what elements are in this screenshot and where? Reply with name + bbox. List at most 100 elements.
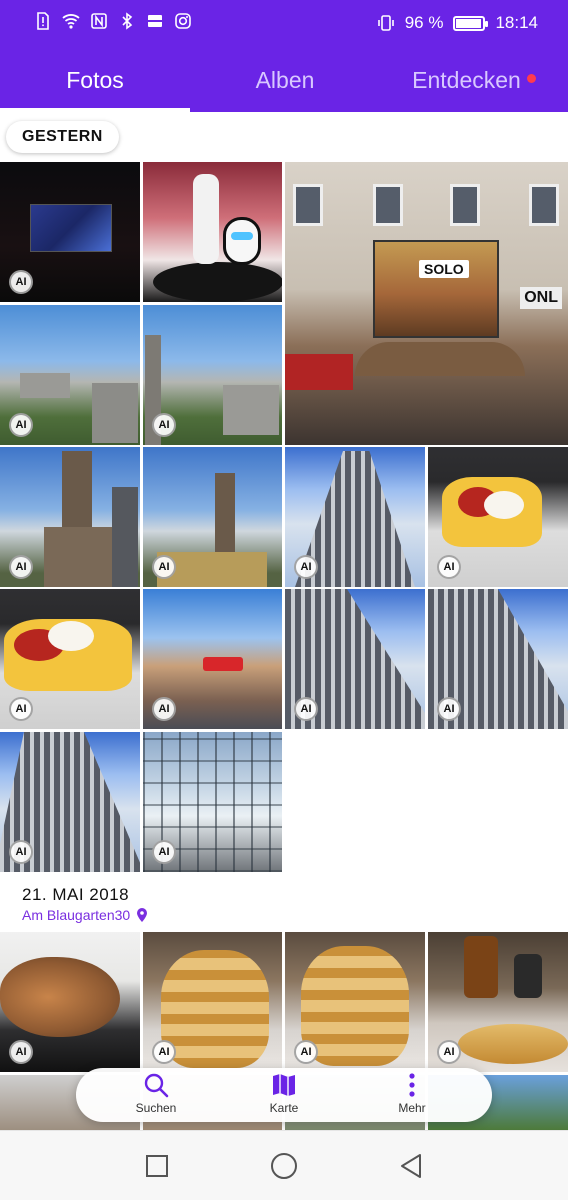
bluetooth-icon xyxy=(122,12,133,30)
photo-content xyxy=(450,184,480,226)
back-triangle-icon xyxy=(401,1154,421,1178)
poster-text: SOLO xyxy=(419,260,469,278)
photo-content: SOLO xyxy=(373,240,499,338)
map-button[interactable]: Karte xyxy=(234,1071,334,1119)
section-date-heading: 21. MAI 2018 xyxy=(22,885,130,904)
photo-thumbnail[interactable]: AI xyxy=(428,447,568,587)
photo-content xyxy=(223,217,261,265)
photo-thumbnail[interactable]: AI xyxy=(0,589,140,729)
ai-badge-icon: AI xyxy=(9,1040,33,1064)
search-button[interactable]: Suchen xyxy=(106,1071,206,1119)
battery-fill xyxy=(456,18,482,28)
tab-alben-label: Alben xyxy=(255,66,315,93)
photo-content xyxy=(92,383,138,443)
map-button-label: Karte xyxy=(269,1101,299,1115)
more-button-label: Mehr xyxy=(398,1101,426,1115)
ai-badge-icon: AI xyxy=(152,697,176,721)
photo-thumbnail[interactable]: AI xyxy=(0,305,140,445)
more-button[interactable]: Mehr xyxy=(362,1071,462,1119)
ai-badge-icon: AI xyxy=(294,697,318,721)
location-pin-icon xyxy=(137,908,148,922)
photo-thumbnail[interactable]: AI xyxy=(285,447,425,587)
photo-content xyxy=(458,1024,568,1064)
photo-content xyxy=(373,184,403,226)
photo-content xyxy=(30,204,112,252)
ai-badge-icon: AI xyxy=(152,413,176,437)
photo-thumbnail[interactable]: AI xyxy=(0,732,140,872)
photo-thumbnail[interactable]: AI xyxy=(0,162,140,302)
photo-content xyxy=(112,487,138,587)
status-icons-left xyxy=(34,12,192,30)
photo-thumbnail[interactable]: AI xyxy=(143,589,282,729)
photo-content xyxy=(153,262,282,302)
photo-thumbnail[interactable]: AI xyxy=(285,932,425,1072)
photo-content xyxy=(231,232,253,240)
ai-badge-icon: AI xyxy=(437,697,461,721)
app-notification-icon xyxy=(148,15,162,27)
tab-fotos[interactable]: Fotos xyxy=(0,48,190,112)
tab-fotos-label: Fotos xyxy=(66,66,124,93)
photo-content xyxy=(484,491,524,519)
ai-badge-icon: AI xyxy=(294,555,318,579)
photo-content xyxy=(464,936,498,998)
photo-content xyxy=(161,950,269,1068)
ai-badge-icon: AI xyxy=(9,840,33,864)
photo-content xyxy=(529,184,559,226)
tab-alben[interactable]: Alben xyxy=(190,48,380,112)
floating-action-menu: Suchen Karte Mehr xyxy=(76,1068,492,1122)
instagram-icon xyxy=(175,13,191,29)
notification-dot xyxy=(526,73,536,83)
recents-square-icon xyxy=(146,1155,168,1177)
map-icon xyxy=(273,1074,295,1096)
photo-content xyxy=(44,527,114,587)
photo-content xyxy=(285,354,353,390)
tab-entdecken-label: Entdecken xyxy=(412,66,521,93)
photo-content xyxy=(203,657,243,671)
ai-badge-icon: AI xyxy=(9,413,33,437)
ai-badge-icon: AI xyxy=(152,1040,176,1064)
location-label: Am Blaugarten30 xyxy=(22,907,131,923)
photo-thumbnail[interactable]: AI xyxy=(428,589,568,729)
photo-thumbnail[interactable]: SOLO ONL xyxy=(285,162,568,445)
photo-content xyxy=(215,473,235,553)
photo-content xyxy=(20,373,70,398)
status-bar: 96 % 18:14 xyxy=(0,0,568,48)
back-button[interactable] xyxy=(396,1151,426,1181)
photo-thumbnail[interactable]: AI xyxy=(143,447,282,587)
photo-content xyxy=(355,342,525,376)
battery-percent: 96 % xyxy=(404,13,444,32)
photo-thumbnail[interactable]: AI xyxy=(143,732,282,872)
wifi-icon xyxy=(62,14,80,29)
photo-thumbnail[interactable]: AI xyxy=(428,932,568,1072)
photo-thumbnail[interactable]: AI xyxy=(143,932,282,1072)
ai-badge-icon: AI xyxy=(294,1040,318,1064)
more-vertical-icon xyxy=(409,1073,415,1097)
ai-badge-icon: AI xyxy=(437,555,461,579)
home-circle-icon xyxy=(271,1153,297,1179)
ai-badge-icon: AI xyxy=(9,697,33,721)
ai-badge-icon: AI xyxy=(152,840,176,864)
sim-alert-icon xyxy=(37,12,49,30)
status-icons-right: 96 % 18:14 xyxy=(377,13,538,33)
photo-content xyxy=(48,621,94,651)
photo-thumbnail[interactable]: AI xyxy=(0,447,140,587)
nfc-icon xyxy=(91,13,107,29)
recents-button[interactable] xyxy=(142,1151,172,1181)
photo-content xyxy=(0,957,120,1037)
photo-thumbnail[interactable] xyxy=(143,162,282,302)
photo-thumbnail[interactable]: AI xyxy=(0,932,140,1072)
active-tab-indicator xyxy=(0,108,190,112)
ai-badge-icon: AI xyxy=(152,555,176,579)
tab-entdecken[interactable]: Entdecken xyxy=(380,48,568,112)
home-button[interactable] xyxy=(269,1151,299,1181)
date-chip[interactable]: GESTERN xyxy=(6,121,119,153)
search-icon xyxy=(144,1073,169,1098)
ai-badge-icon: AI xyxy=(9,270,33,294)
location-link[interactable]: Am Blaugarten30 xyxy=(22,907,148,923)
tab-bar: Fotos Alben Entdecken xyxy=(0,48,568,112)
photo-content xyxy=(193,174,219,264)
photo-thumbnail[interactable]: AI xyxy=(143,305,282,445)
ai-badge-icon: AI xyxy=(437,1040,461,1064)
system-nav-bar xyxy=(0,1130,568,1200)
photo-thumbnail[interactable]: AI xyxy=(285,589,425,729)
